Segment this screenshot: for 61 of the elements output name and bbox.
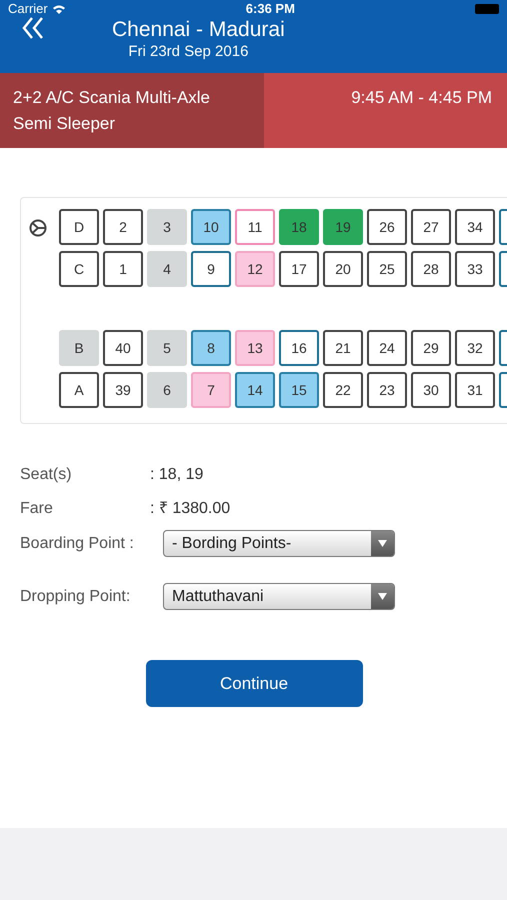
seat[interactable]: 12 — [235, 251, 275, 287]
route-title: Chennai - Madurai — [112, 18, 285, 42]
seat[interactable]: 11 — [235, 209, 275, 245]
seat[interactable]: 16 — [279, 330, 319, 366]
caret-icon — [378, 540, 387, 547]
wifi-icon — [52, 4, 66, 14]
seat[interactable]: 33 — [455, 251, 495, 287]
seat[interactable]: 9 — [191, 251, 231, 287]
seat[interactable]: D — [59, 209, 99, 245]
seat[interactable]: 23 — [367, 372, 407, 408]
seat[interactable]: 40 — [103, 330, 143, 366]
seat[interactable]: 20 — [323, 251, 363, 287]
seat[interactable]: 4 — [147, 251, 187, 287]
seat[interactable]: 1 — [103, 251, 143, 287]
carrier-label: Carrier — [8, 0, 48, 18]
seat[interactable]: 10 — [191, 209, 231, 245]
seat[interactable]: 3 — [147, 209, 187, 245]
status-time: 6:36 PM — [246, 0, 295, 18]
seat[interactable]: 29 — [411, 330, 451, 366]
seat[interactable]: 24 — [367, 330, 407, 366]
seat[interactable]: 21 — [323, 330, 363, 366]
seat[interactable]: 32 — [455, 330, 495, 366]
battery-icon — [475, 4, 499, 14]
summary-label: Seat(s) — [20, 465, 73, 485]
seat[interactable]: 2 — [103, 209, 143, 245]
seat[interactable]: B — [59, 330, 99, 366]
seat[interactable]: 17 — [279, 251, 319, 287]
double-chevron-icon — [22, 16, 44, 40]
seat[interactable]: 6 — [147, 372, 187, 408]
select-label: Dropping Point: — [20, 586, 132, 606]
seat[interactable]: 5 — [147, 330, 187, 366]
seat[interactable]: 28 — [411, 251, 451, 287]
seat[interactable]: A — [59, 372, 99, 408]
summary-value: : 18, 19 — [150, 465, 204, 485]
seat[interactable]: 15 — [279, 372, 319, 408]
seat[interactable]: 7 — [191, 372, 231, 408]
seat[interactable]: 13 — [235, 330, 275, 366]
caret-icon — [378, 593, 387, 600]
seat[interactable]: 34 — [455, 209, 495, 245]
bus-type-panel: 2+2 A/C Scania Multi-Axle Semi Sleeper — [0, 73, 264, 148]
select-label: Boarding Point : — [20, 534, 135, 554]
dropdown-select[interactable]: - Bording Points- — [163, 530, 395, 557]
summary-label: Fare — [20, 499, 54, 519]
seat[interactable]: C — [59, 251, 99, 287]
dropdown-select[interactable]: Mattuthavani — [163, 583, 395, 610]
seat[interactable]: 22 — [323, 372, 363, 408]
seat[interactable]: 14 — [235, 372, 275, 408]
steering-wheel-icon — [29, 219, 47, 237]
continue-button[interactable]: Continue — [146, 660, 362, 707]
seat[interactable]: 31 — [455, 372, 495, 408]
seat[interactable]: 25 — [367, 251, 407, 287]
seat[interactable]: 39 — [103, 372, 143, 408]
seat[interactable]: 18 — [279, 209, 319, 245]
seat[interactable]: 27 — [411, 209, 451, 245]
seat[interactable]: 30 — [411, 372, 451, 408]
bus-timing-panel: 9:45 AM - 4:45 PM — [264, 73, 507, 148]
seat[interactable]: 8 — [191, 330, 231, 366]
summary-value: : ₹ 1380.00 — [150, 499, 230, 519]
travel-date: Fri 23rd Sep 2016 — [128, 42, 248, 62]
seat[interactable]: 19 — [323, 209, 363, 245]
seat[interactable]: 26 — [367, 209, 407, 245]
